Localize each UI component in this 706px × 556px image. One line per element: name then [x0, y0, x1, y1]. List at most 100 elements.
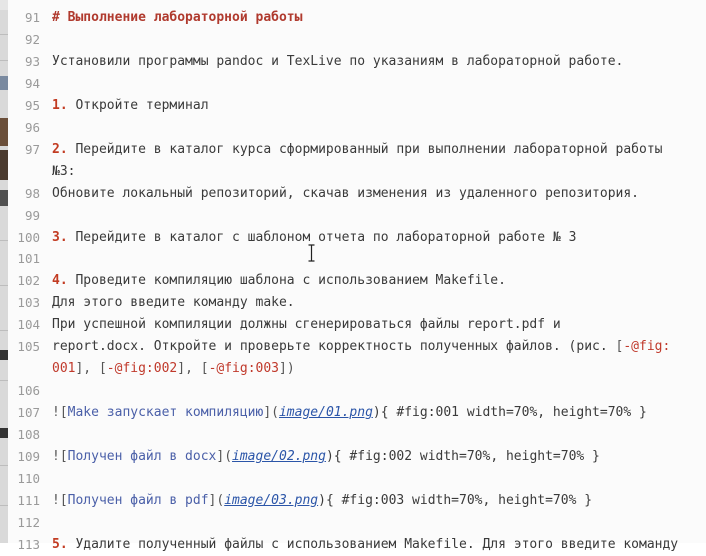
text-segment: Установили программы pandoc и TexLive по…: [52, 53, 624, 69]
text-segment: -@fig:: [623, 339, 671, 355]
text-segment[interactable]: image/01.png: [279, 405, 373, 420]
line-number: 109: [17, 449, 40, 464]
line-content: ![Make запускает компиляцию](image/01.pn…: [52, 402, 647, 424]
editor-line[interactable]: 101: [8, 248, 706, 270]
line-content: При успешной компиляции должны сгенериро…: [52, 314, 561, 336]
text-segment: Make запускает компиляцию: [67, 405, 264, 421]
text-segment: Для этого введите команду make.: [52, 295, 295, 311]
text-segment: ](: [263, 405, 279, 421]
line-content: 1. Откройте терминал: [52, 95, 209, 117]
line-content: Для этого введите команду make.: [52, 292, 295, 314]
text-segment: 5.: [52, 536, 68, 552]
line-number: 99: [24, 207, 40, 223]
text-segment: Удалите полученный файлы с использование…: [67, 536, 679, 552]
editor-line[interactable]: 99: [8, 205, 706, 227]
text-segment: Откройте терминал: [67, 97, 209, 113]
line-number: 102: [17, 273, 40, 289]
line-number: 111: [17, 492, 40, 508]
line-number: 100: [17, 229, 40, 245]
line-number: 110: [17, 470, 40, 486]
text-cursor-icon: [308, 244, 315, 262]
text-segment: 2.: [52, 141, 68, 157]
editor-line[interactable]: 92: [8, 29, 706, 51]
line-content: 4. Проведите компиляцию шаблона с исполь…: [52, 270, 506, 292]
editor-line[interactable]: 113 5. Удалите полученный файлы с использ…: [8, 534, 706, 556]
line-content: ![Получен файл в docx](image/02.png){ #f…: [52, 446, 600, 468]
text-segment: ![: [52, 405, 68, 421]
text-segment: Получен файл в docx: [67, 449, 217, 464]
line-number: 93: [24, 53, 40, 69]
line-number: 106: [17, 383, 40, 399]
editor-line[interactable]: 001], [-@fig:002], [-@fig:003]): [8, 358, 706, 380]
editor-line[interactable]: 102 4. Проведите компиляцию шаблона с исп…: [8, 270, 706, 292]
editor-line[interactable]: 98 Обновите локальный репозиторий, скачав…: [8, 183, 706, 205]
text-segment: ){ #fig:001 width=70%, height=70% }: [372, 405, 647, 421]
editor-line[interactable]: 106: [8, 380, 706, 402]
line-number: 96: [24, 119, 40, 135]
editor-line[interactable]: 103 Для этого введите команду make.: [8, 292, 706, 314]
editor-line[interactable]: 111 ![Получен файл в pdf](image/03.png){ …: [8, 490, 706, 512]
editor-line[interactable]: №3:: [8, 161, 706, 183]
text-segment: 1.: [52, 97, 68, 113]
line-content: # Выполнение лабораторной работы: [52, 7, 302, 29]
markdown-editor[interactable]: 91 # Выполнение лабораторной работы 92 93 Ус…: [8, 0, 706, 552]
line-number: 103: [17, 295, 40, 311]
line-number: 94: [24, 75, 40, 91]
text-segment: Получен файл в pdf: [67, 492, 209, 508]
editor-line[interactable]: 105 report.docx. Откройте и проверьте кор…: [8, 336, 706, 358]
text-segment: ]): [279, 361, 295, 377]
text-segment: [: [98, 361, 107, 377]
editor-line[interactable]: 112: [8, 512, 706, 534]
line-number: 101: [17, 251, 40, 267]
editor-line[interactable]: 107 ![Make запускает компиляцию](image/01…: [8, 402, 706, 424]
line-number: 107: [17, 405, 40, 421]
line-content: №3:: [52, 161, 75, 183]
line-number: 95: [24, 97, 40, 113]
editor-line[interactable]: 93 Установили программы pandoc и TexLive …: [8, 51, 706, 73]
line-content: 5. Удалите полученный файлы с использова…: [52, 534, 678, 556]
text-segment: -@fig:003: [208, 361, 280, 377]
line-number: 104: [17, 317, 40, 333]
line-number: 113: [17, 536, 40, 552]
text-segment: Обновите локальный репозиторий, скачав и…: [52, 185, 639, 201]
text-segment: [: [200, 361, 209, 377]
editor-line[interactable]: 104 При успешной компиляции должны сгенер…: [8, 314, 706, 336]
line-number: 92: [24, 31, 40, 47]
line-content: report.docx. Откройте и проверьте коррек…: [52, 336, 670, 358]
editor-line[interactable]: 97 2. Перейдите в каталог курса сформиров…: [8, 139, 706, 161]
editor-line[interactable]: 100 3. Перейдите в каталог с шаблоном отч…: [8, 227, 706, 249]
text-segment[interactable]: image/02.png: [232, 449, 326, 464]
line-number: 97: [24, 141, 40, 157]
text-segment: №3:: [52, 163, 76, 179]
line-content: Обновите локальный репозиторий, скачав и…: [52, 183, 639, 205]
line-number: 105: [17, 339, 40, 355]
line-number: 91: [24, 10, 40, 25]
text-segment: 3.: [52, 229, 68, 245]
line-content: 2. Перейдите в каталог курса сформирован…: [52, 139, 662, 161]
editor-line[interactable]: 110: [8, 468, 706, 490]
text-segment: report.docx. Откройте и проверьте коррек…: [52, 339, 616, 355]
text-segment: ],: [177, 361, 201, 377]
text-segment: 001: [52, 361, 76, 377]
text-segment: ![: [52, 449, 68, 464]
editor-line[interactable]: 96: [8, 117, 706, 139]
text-segment: ![: [52, 492, 68, 508]
text-segment[interactable]: image/03.png: [224, 493, 318, 508]
line-content: ![Получен файл в pdf](image/03.png){ #fi…: [52, 490, 592, 512]
editor-line[interactable]: 108: [8, 424, 706, 446]
text-segment: # Выполнение лабораторной работы: [52, 10, 303, 25]
left-panel-edge: [0, 0, 8, 543]
line-number: 108: [17, 427, 40, 443]
editor-line[interactable]: 94: [8, 73, 706, 95]
text-segment: ){ #fig:003 width=70%, height=70% }: [318, 492, 593, 508]
text-segment: 4.: [52, 273, 68, 289]
editor-line[interactable]: 109 ![Получен файл в docx](image/02.png){…: [8, 446, 706, 468]
editor-line[interactable]: 91 # Выполнение лабораторной работы: [8, 7, 706, 29]
text-segment: ){ #fig:002 width=70%, height=70% }: [325, 449, 600, 464]
text-segment: ],: [75, 361, 99, 377]
text-segment: Проведите компиляцию шаблона с использов…: [67, 273, 506, 289]
text-segment: Перейдите в каталог курса сформированный…: [67, 141, 663, 157]
line-number: 112: [17, 514, 40, 530]
editor-line[interactable]: 95 1. Откройте терминал: [8, 95, 706, 117]
line-content: Установили программы pandoc и TexLive по…: [52, 51, 623, 73]
